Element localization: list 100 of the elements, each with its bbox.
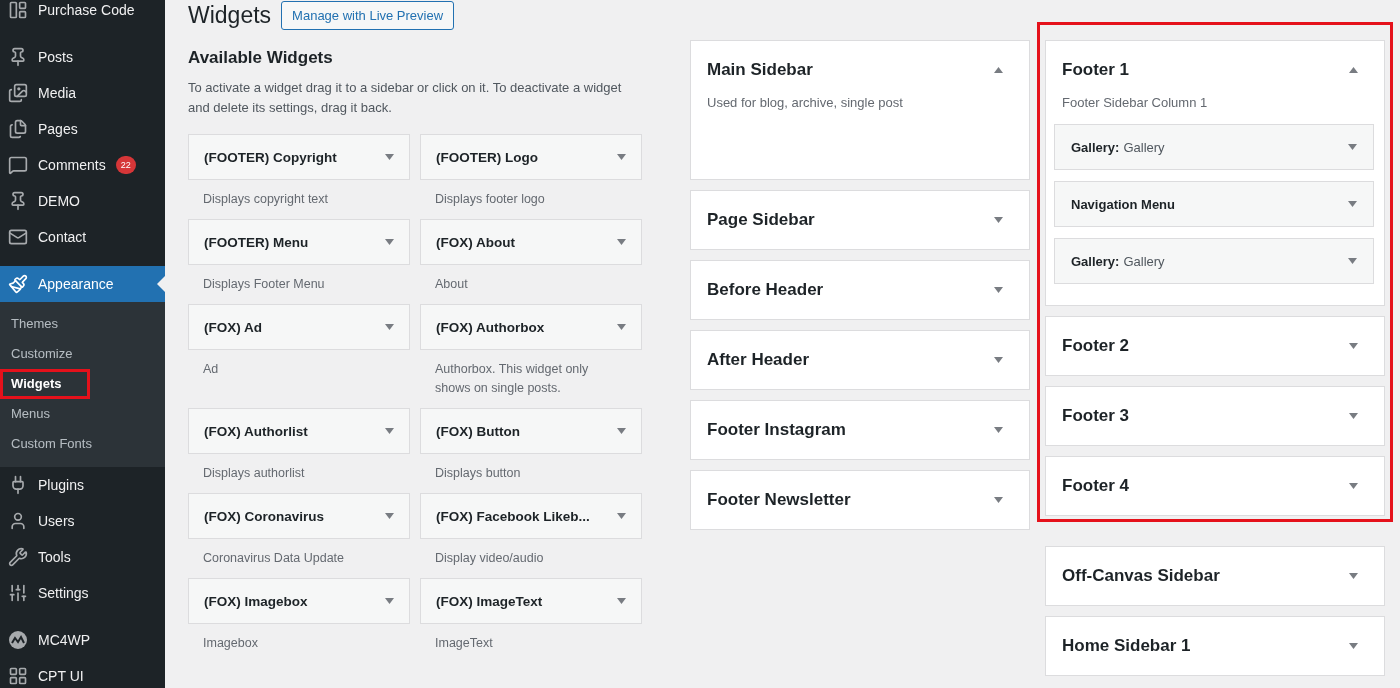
widget-description: About bbox=[434, 276, 469, 293]
caret-icon[interactable] bbox=[994, 497, 1003, 503]
available-widget[interactable]: (FOX) About bbox=[420, 219, 642, 265]
sidebar-area-header[interactable]: After Header bbox=[691, 331, 1029, 389]
sidebar-area-title: Footer 1 bbox=[1062, 60, 1130, 80]
menu-item[interactable]: Tools bbox=[0, 539, 165, 575]
menu-item[interactable]: Comments 22 bbox=[0, 147, 165, 183]
sidebar-area-title: Footer 3 bbox=[1062, 406, 1130, 426]
available-widget[interactable]: (FOOTER) Menu bbox=[188, 219, 410, 265]
submenu-item[interactable]: Custom Fonts bbox=[0, 429, 121, 459]
widget-description: Display video/audio bbox=[434, 550, 545, 567]
caret-icon[interactable] bbox=[1349, 413, 1358, 419]
widget-name: Gallery: bbox=[1071, 253, 1120, 269]
available-widget[interactable]: (FOX) Coronavirus bbox=[188, 493, 410, 539]
sidebar-area-header[interactable]: Home Sidebar 1 bbox=[1046, 617, 1384, 675]
sidebar-area-header[interactable]: Footer 4 bbox=[1046, 457, 1384, 515]
live-preview-button[interactable]: Manage with Live Preview bbox=[281, 0, 455, 30]
caret-icon[interactable] bbox=[1348, 201, 1357, 207]
available-widget[interactable]: (FOX) Facebook Likeb... bbox=[420, 493, 642, 539]
widget-instance-title: Gallery bbox=[1123, 139, 1165, 155]
menu-item[interactable]: DEMO bbox=[0, 183, 165, 219]
menu-item[interactable]: Users bbox=[0, 503, 165, 539]
widget-name: Navigation Menu bbox=[1071, 196, 1175, 212]
sidebar-area-header[interactable]: Footer Instagram bbox=[691, 401, 1029, 459]
menu-label: Tools bbox=[38, 549, 71, 565]
menu-item[interactable]: Appearance bbox=[0, 266, 165, 302]
caret-icon[interactable] bbox=[1349, 67, 1358, 73]
menu-item[interactable]: Settings bbox=[0, 575, 165, 611]
caret-icon[interactable] bbox=[617, 598, 626, 604]
sidebar-area-title: Footer 4 bbox=[1062, 476, 1130, 496]
menu-item[interactable]: Purchase Code bbox=[0, 0, 165, 28]
caret-icon[interactable] bbox=[1349, 643, 1358, 649]
sidebar-area-header[interactable]: Footer Newsletter bbox=[691, 471, 1029, 529]
sidebar-area-header[interactable]: Off-Canvas Sidebar bbox=[1046, 547, 1384, 605]
placed-widget[interactable]: Navigation Menu bbox=[1054, 181, 1374, 227]
widget-description: Displays copyright text bbox=[202, 191, 330, 208]
menu-label: Media bbox=[38, 85, 77, 101]
caret-icon[interactable] bbox=[994, 67, 1003, 73]
sidebar-area-title: Before Header bbox=[707, 280, 824, 300]
available-widget[interactable]: (FOOTER) Logo bbox=[420, 134, 642, 180]
available-widget[interactable]: (FOOTER) Copyright bbox=[188, 134, 410, 180]
available-widget[interactable]: (FOX) Imagebox bbox=[188, 578, 410, 624]
caret-icon[interactable] bbox=[385, 598, 394, 604]
widget-name: Gallery: bbox=[1071, 139, 1120, 155]
menu-item[interactable]: MC4WP bbox=[0, 622, 165, 658]
caret-icon[interactable] bbox=[385, 239, 394, 245]
available-widget[interactable]: (FOX) Authorbox bbox=[420, 304, 642, 350]
caret-icon[interactable] bbox=[994, 217, 1003, 223]
sidebar-area-title: Footer Instagram bbox=[707, 420, 846, 440]
menu-label: Appearance bbox=[38, 276, 114, 292]
caret-icon[interactable] bbox=[1349, 483, 1358, 489]
sidebar-area-title: Off-Canvas Sidebar bbox=[1062, 566, 1220, 586]
caret-icon[interactable] bbox=[1349, 343, 1358, 349]
caret-icon[interactable] bbox=[1349, 573, 1358, 579]
speech-bubble-icon bbox=[8, 155, 28, 175]
pin-icon bbox=[8, 47, 28, 67]
submenu-item[interactable]: Customize bbox=[0, 339, 102, 369]
caret-icon[interactable] bbox=[994, 357, 1003, 363]
submenu-item[interactable]: Themes bbox=[0, 309, 87, 339]
available-widget[interactable]: (FOX) Authorlist bbox=[188, 408, 410, 454]
menu-item[interactable]: CPT UI bbox=[0, 658, 165, 688]
placed-widget[interactable]: Gallery: Gallery bbox=[1054, 238, 1374, 284]
caret-icon[interactable] bbox=[994, 287, 1003, 293]
menu-label: Purchase Code bbox=[38, 2, 135, 18]
caret-icon[interactable] bbox=[617, 428, 626, 434]
placed-widget[interactable]: Gallery: Gallery bbox=[1054, 124, 1374, 170]
menu-item[interactable]: Media bbox=[0, 75, 165, 111]
caret-icon[interactable] bbox=[994, 427, 1003, 433]
caret-icon[interactable] bbox=[385, 513, 394, 519]
sidebar-area-title: Home Sidebar 1 bbox=[1062, 636, 1191, 656]
submenu-item[interactable]: Widgets bbox=[0, 369, 91, 399]
caret-icon[interactable] bbox=[385, 324, 394, 330]
menu-label: Comments bbox=[38, 157, 106, 173]
sidebar-area-header[interactable]: Before Header bbox=[691, 261, 1029, 319]
caret-icon[interactable] bbox=[617, 239, 626, 245]
sidebar-area-header[interactable]: Footer 2 bbox=[1046, 317, 1384, 375]
sidebar-area-header[interactable]: Page Sidebar bbox=[691, 191, 1029, 249]
menu-label: Pages bbox=[38, 121, 78, 137]
caret-icon[interactable] bbox=[385, 428, 394, 434]
caret-icon[interactable] bbox=[617, 154, 626, 160]
widget-instance-title: Gallery bbox=[1123, 253, 1165, 269]
available-widget[interactable]: (FOX) Ad bbox=[188, 304, 410, 350]
widget-description: Displays footer logo bbox=[434, 191, 546, 208]
user-icon bbox=[8, 511, 28, 531]
menu-item[interactable]: Contact bbox=[0, 219, 165, 255]
submenu-item[interactable]: Menus bbox=[0, 399, 80, 429]
widget-description: Ad bbox=[202, 361, 220, 378]
caret-icon[interactable] bbox=[1348, 258, 1357, 264]
caret-icon[interactable] bbox=[385, 154, 394, 160]
sidebar-area-header[interactable]: Footer 3 bbox=[1046, 387, 1384, 445]
caret-icon[interactable] bbox=[617, 324, 626, 330]
menu-item[interactable]: Plugins bbox=[0, 467, 165, 503]
menu-item[interactable]: Posts bbox=[0, 39, 165, 75]
available-widget[interactable]: (FOX) Button bbox=[420, 408, 642, 454]
caret-icon[interactable] bbox=[617, 513, 626, 519]
pages-icon bbox=[8, 119, 28, 139]
menu-item[interactable]: Pages bbox=[0, 111, 165, 147]
widget-description: Coronavirus Data Update bbox=[202, 550, 346, 567]
caret-icon[interactable] bbox=[1348, 144, 1357, 150]
available-widget[interactable]: (FOX) ImageText bbox=[420, 578, 642, 624]
